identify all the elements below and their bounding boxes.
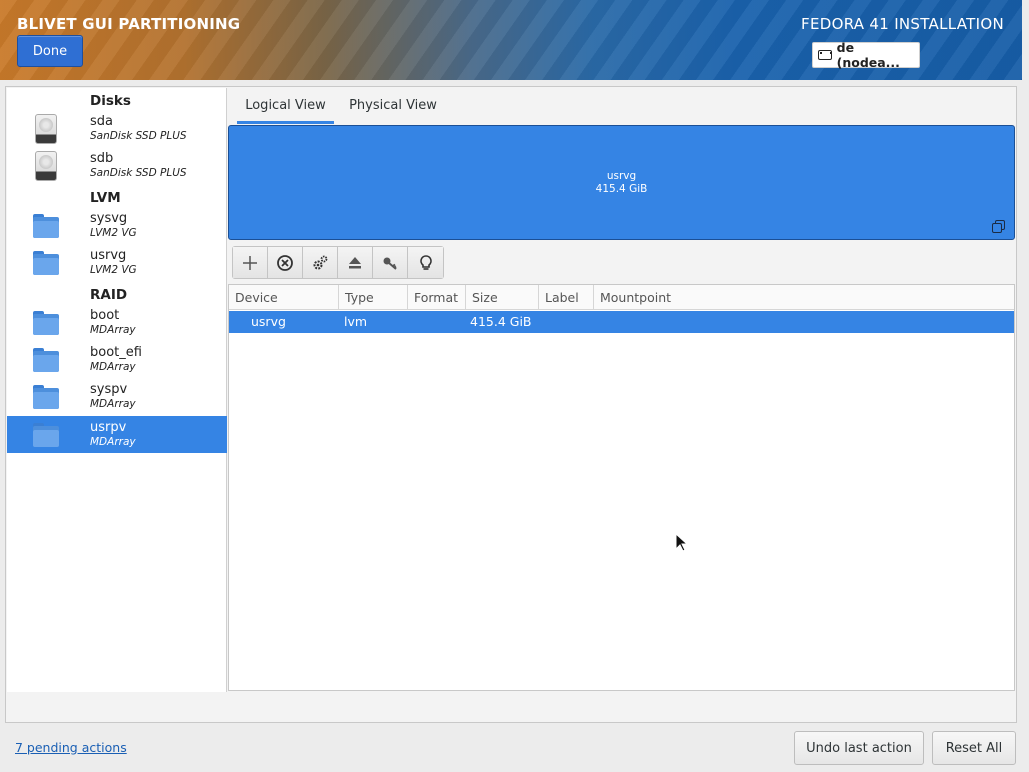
add-icon — [243, 255, 257, 270]
info-button[interactable] — [408, 247, 443, 278]
cell-type: lvm — [344, 314, 368, 329]
column-header-device[interactable]: Device — [229, 285, 339, 310]
device-subtitle: MDArray — [90, 398, 136, 410]
tab-logical-view[interactable]: Logical View — [237, 88, 334, 124]
sidebar-item-sdb[interactable]: sdb SanDisk SSD PLUS — [7, 147, 227, 184]
device-subtitle: LVM2 VG — [90, 227, 137, 239]
folder-icon — [33, 251, 59, 275]
cell-device: usrvg — [251, 314, 286, 329]
unmount-button[interactable] — [338, 247, 373, 278]
device-subtitle: SanDisk SSD PLUS — [90, 130, 187, 142]
group-header-lvm: LVM — [90, 190, 121, 206]
device-subtitle: SanDisk SSD PLUS — [90, 167, 187, 179]
add-button[interactable] — [233, 247, 268, 278]
edit-button[interactable] — [303, 247, 338, 278]
folder-icon — [33, 385, 59, 409]
view-tabs: Logical View Physical View — [228, 88, 1017, 124]
folder-icon — [33, 311, 59, 335]
device-subtitle: MDArray — [90, 436, 136, 448]
device-subtitle: MDArray — [90, 361, 136, 373]
copy-icon[interactable] — [992, 220, 1005, 233]
undo-last-action-button[interactable]: Undo last action — [794, 731, 924, 765]
column-header-mountpoint[interactable]: Mountpoint — [594, 285, 1014, 310]
sidebar-item-sda[interactable]: sda SanDisk SSD PLUS — [7, 110, 227, 147]
eject-icon — [349, 256, 361, 268]
sidebar-item-usrpv[interactable]: usrpv MDArray — [7, 416, 227, 453]
folder-icon — [33, 423, 59, 447]
gears-icon — [313, 255, 328, 269]
folder-icon — [33, 214, 59, 238]
device-name: usrpv — [90, 420, 127, 435]
sidebar-item-boot[interactable]: boot MDArray — [7, 304, 227, 341]
group-header-disks: Disks — [90, 93, 131, 109]
column-header-type[interactable]: Type — [339, 285, 408, 310]
delete-button[interactable] — [268, 247, 303, 278]
column-header-format[interactable]: Format — [408, 285, 466, 310]
sidebar-item-boot-efi[interactable]: boot_efi MDArray — [7, 341, 227, 378]
table-row[interactable]: usrvg lvm 415.4 GiB — [229, 311, 1014, 333]
sidebar-item-usrvg[interactable]: usrvg LVM2 VG — [7, 244, 227, 281]
device-name: boot_efi — [90, 345, 142, 360]
mouse-cursor-icon — [675, 533, 689, 552]
group-header-raid: RAID — [90, 287, 128, 303]
hard-disk-icon — [35, 114, 57, 144]
device-name: sdb — [90, 151, 114, 166]
column-header-label[interactable]: Label — [539, 285, 594, 310]
done-button[interactable]: Done — [17, 35, 83, 67]
tab-physical-view[interactable]: Physical View — [343, 88, 443, 124]
keyboard-layout-indicator[interactable]: de (nodea... — [812, 40, 920, 70]
key-icon — [383, 257, 397, 270]
keyboard-icon — [818, 50, 832, 60]
keyboard-layout-label: de (nodea... — [836, 40, 900, 70]
reset-all-button[interactable]: Reset All — [932, 731, 1016, 765]
table-header: Device Type Format Size Label Mountpoint — [229, 285, 1014, 310]
hard-disk-icon — [35, 151, 57, 181]
sidebar-item-syspv[interactable]: syspv MDArray — [7, 378, 227, 415]
header-banner: BLIVET GUI PARTITIONING Done FEDORA 41 I… — [0, 0, 1022, 80]
sidebar-item-sysvg[interactable]: sysvg LVM2 VG — [7, 207, 227, 244]
device-subtitle: LVM2 VG — [90, 264, 137, 276]
device-visualization-block[interactable]: usrvg 415.4 GiB — [228, 125, 1015, 240]
folder-icon — [33, 348, 59, 372]
device-sidebar: Disks sda SanDisk SSD PLUS sdb SanDisk S… — [7, 88, 227, 692]
main-panel: Disks sda SanDisk SSD PLUS sdb SanDisk S… — [5, 86, 1017, 723]
device-table: Device Type Format Size Label Mountpoint… — [228, 284, 1015, 691]
cell-size: 415.4 GiB — [470, 314, 532, 329]
lightbulb-icon — [419, 254, 432, 270]
install-title: FEDORA 41 INSTALLATION — [801, 15, 1004, 33]
pending-actions-link[interactable]: 7 pending actions — [15, 740, 127, 755]
device-name: sysvg — [90, 211, 128, 226]
visual-device-size: 415.4 GiB — [595, 183, 648, 195]
device-name: usrvg — [90, 248, 127, 263]
action-toolbar — [232, 246, 444, 279]
delete-icon — [277, 254, 293, 271]
column-header-size[interactable]: Size — [466, 285, 539, 310]
visual-device-name: usrvg — [606, 170, 637, 182]
device-name: boot — [90, 308, 120, 323]
decrypt-button[interactable] — [373, 247, 408, 278]
device-name: sda — [90, 114, 113, 129]
app-title: BLIVET GUI PARTITIONING — [17, 15, 241, 33]
device-name: syspv — [90, 382, 128, 397]
device-subtitle: MDArray — [90, 324, 136, 336]
